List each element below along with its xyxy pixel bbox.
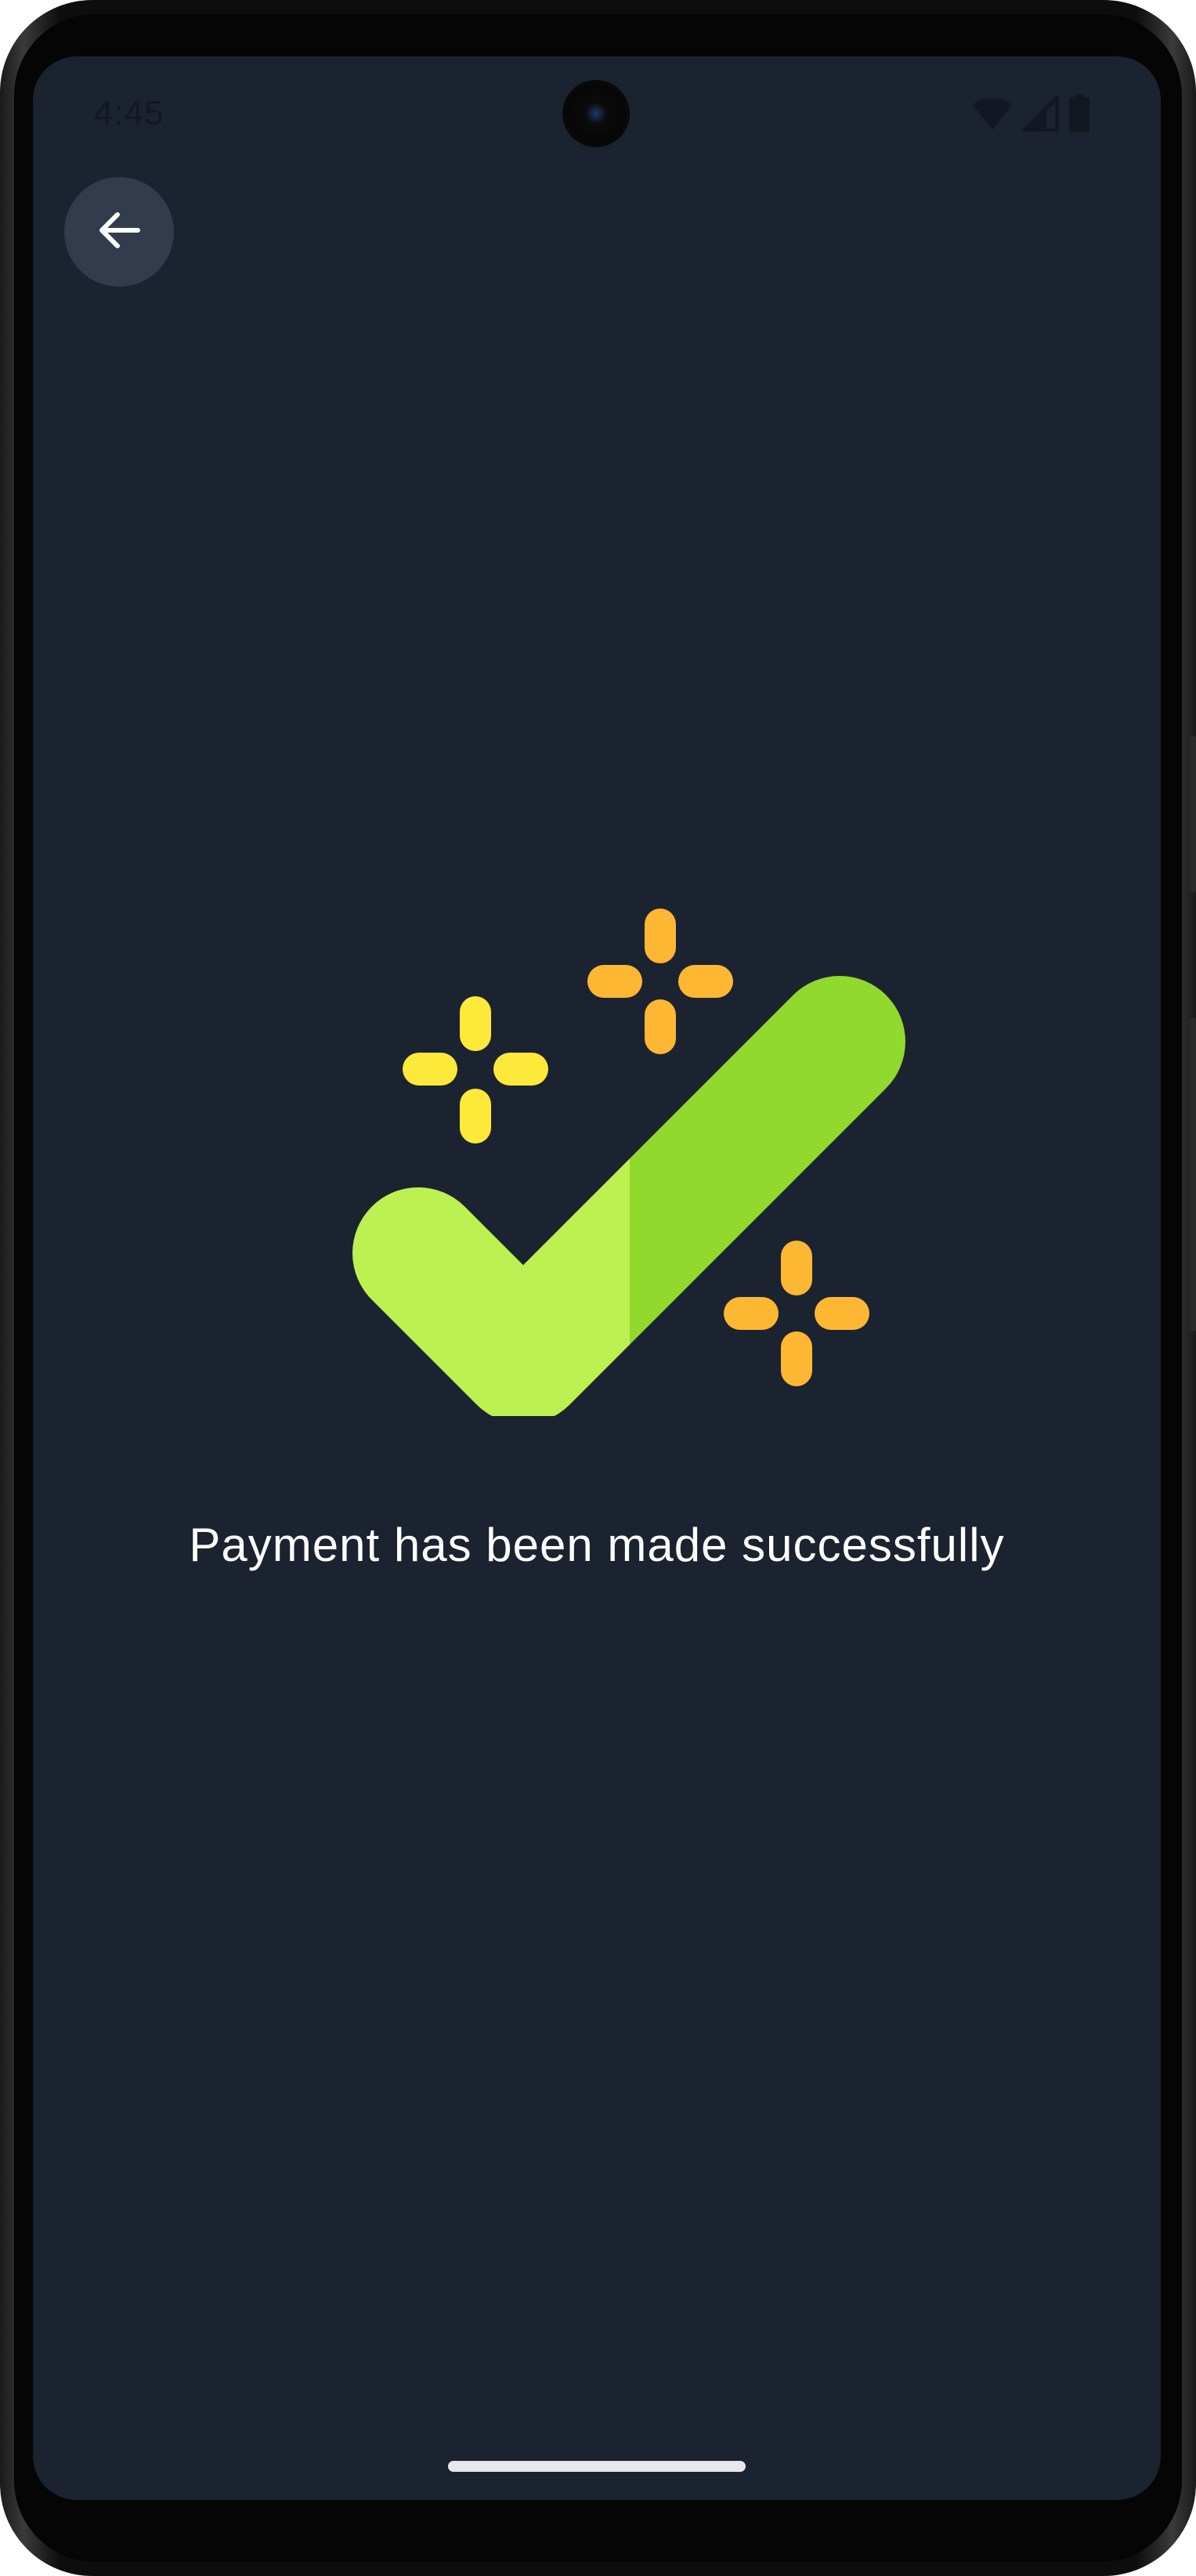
status-time: 4:45 xyxy=(94,94,164,132)
arrow-left-icon xyxy=(94,205,144,259)
volume-button xyxy=(1190,1018,1196,1331)
status-bar: 4:45 xyxy=(33,56,1161,174)
app-screen: 4:45 Payment has been made successfully xyxy=(33,56,1161,2500)
home-indicator[interactable] xyxy=(448,2461,746,2472)
success-checkmark-icon xyxy=(323,852,918,1416)
back-button[interactable] xyxy=(64,177,174,287)
sparkle-icon xyxy=(724,1241,869,1386)
battery-icon xyxy=(1068,93,1090,137)
power-button xyxy=(1190,736,1196,893)
status-icons xyxy=(971,93,1090,137)
front-camera xyxy=(562,80,630,147)
payment-success-message: Payment has been made successfully xyxy=(189,1519,1005,1571)
sparkle-icon xyxy=(403,996,548,1143)
wifi-icon xyxy=(971,96,1014,135)
sparkle-icon xyxy=(587,909,733,1054)
device-frame: 4:45 Payment has been made successfully xyxy=(0,0,1196,2576)
signal-icon xyxy=(1022,95,1060,135)
